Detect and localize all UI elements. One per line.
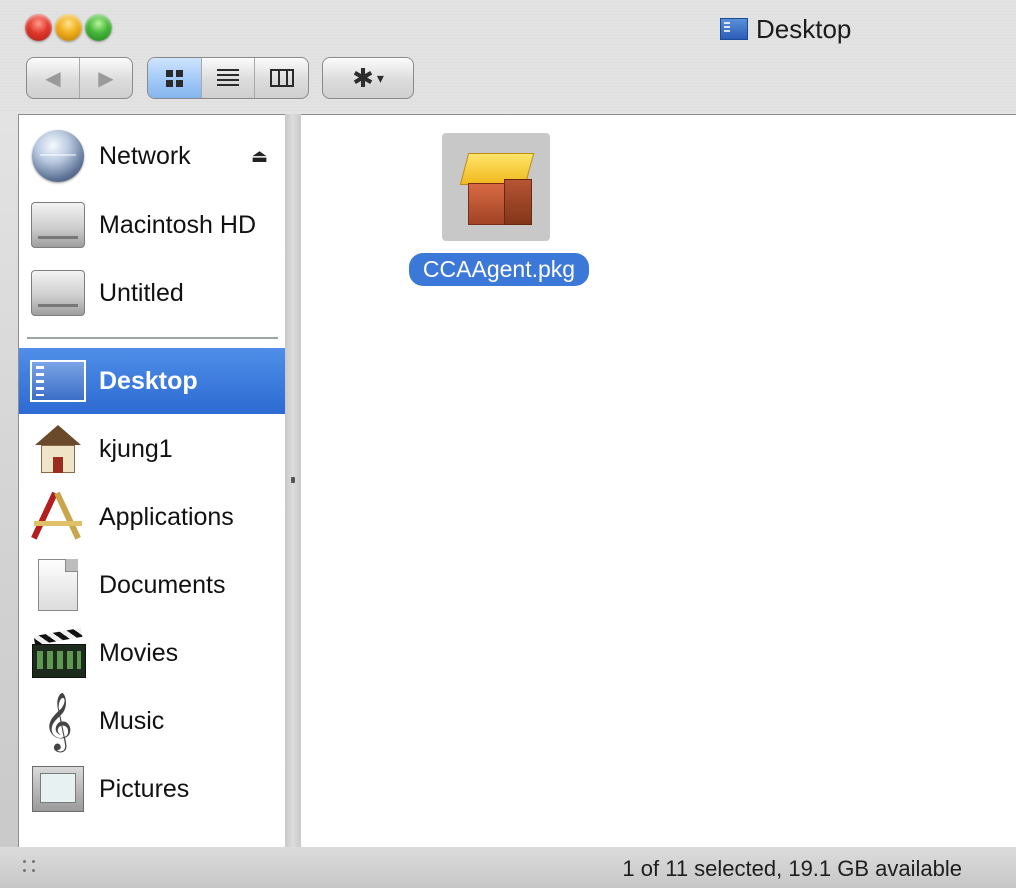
icon-view-icon xyxy=(165,69,183,87)
sidebar-item-label: Untitled xyxy=(99,278,184,307)
chevron-down-icon: ▾ xyxy=(376,69,384,86)
pictures-icon xyxy=(32,766,84,812)
splitter-handle[interactable] xyxy=(291,477,295,483)
file-thumbnail[interactable] xyxy=(442,133,550,241)
home-icon xyxy=(35,425,81,473)
back-forward-control: ◀ ▶ xyxy=(26,57,133,99)
file-item[interactable]: CCAAgent.pkg xyxy=(389,133,609,293)
sidebar-item-applications[interactable]: Applications xyxy=(19,484,286,550)
sidebar-item-pictures[interactable]: Pictures xyxy=(19,756,286,822)
file-name-label[interactable]: CCAAgent.pkg xyxy=(408,253,590,286)
sidebar-item-network[interactable]: Network ⏏ xyxy=(19,123,286,189)
network-globe-icon xyxy=(32,130,84,182)
music-icon: 𝄞 xyxy=(43,692,73,750)
sidebar-item-label: kjung1 xyxy=(99,434,173,463)
eject-icon[interactable]: ⏏ xyxy=(251,146,268,167)
sidebar-splitter[interactable] xyxy=(285,114,301,847)
window-title: Desktop xyxy=(720,14,851,44)
package-icon xyxy=(454,145,538,229)
view-switcher xyxy=(147,57,309,99)
sidebar-item-label: Macintosh HD xyxy=(99,210,256,239)
sidebar-item-documents[interactable]: Documents xyxy=(19,552,286,618)
applications-icon xyxy=(30,491,86,543)
movies-icon xyxy=(32,627,86,678)
action-menu-button[interactable]: ✱ ▾ xyxy=(322,57,414,99)
hard-drive-icon xyxy=(31,202,85,248)
action-button-inner[interactable]: ✱ ▾ xyxy=(323,58,413,98)
back-arrow-icon: ◀ xyxy=(45,67,61,90)
sidebar-item-home[interactable]: kjung1 xyxy=(19,416,286,482)
desktop-folder-icon xyxy=(720,18,748,40)
documents-icon xyxy=(38,559,78,611)
file-browser-area[interactable]: CCAAgent.pkg xyxy=(301,114,1016,848)
column-view-button[interactable] xyxy=(254,58,308,98)
sidebar-item-macintosh-hd[interactable]: Macintosh HD xyxy=(19,192,286,258)
sidebar-item-label: Pictures xyxy=(99,774,190,803)
sidebar-item-label: Movies xyxy=(99,638,179,667)
column-view-icon xyxy=(269,69,294,87)
back-button[interactable]: ◀ xyxy=(27,58,79,98)
sidebar-item-music[interactable]: 𝄞 Music xyxy=(19,688,286,754)
sidebar-divider xyxy=(27,337,278,339)
icon-view-button[interactable] xyxy=(148,58,201,98)
finder-window: Desktop ◀ ▶ ✱ ▾ Network ⏏ Macintosh HD U… xyxy=(0,0,1016,888)
list-view-icon xyxy=(217,69,239,87)
status-bar: 1 of 11 selected, 19.1 GB available xyxy=(0,847,1016,888)
status-text: 1 of 11 selected, 19.1 GB available xyxy=(622,856,962,881)
sidebar-item-movies[interactable]: Movies xyxy=(19,620,286,686)
sidebar-item-label: Desktop xyxy=(99,366,198,395)
sidebar-item-label: Documents xyxy=(99,570,226,599)
title-bar[interactable]: Desktop ◀ ▶ ✱ ▾ xyxy=(0,0,1016,112)
zoom-button[interactable] xyxy=(85,14,112,41)
sidebar-item-label: Music xyxy=(99,706,165,735)
resize-grip-icon[interactable] xyxy=(20,857,38,875)
hard-drive-icon xyxy=(31,270,85,316)
desktop-icon xyxy=(30,360,86,402)
minimize-button[interactable] xyxy=(55,14,82,41)
sidebar-item-desktop[interactable]: Desktop xyxy=(19,348,286,414)
gear-icon: ✱ xyxy=(352,62,374,93)
sidebar-item-untitled[interactable]: Untitled xyxy=(19,260,286,326)
forward-arrow-icon: ▶ xyxy=(98,67,114,90)
sidebar: Network ⏏ Macintosh HD Untitled Desktop … xyxy=(18,114,287,849)
window-title-text: Desktop xyxy=(756,13,852,44)
forward-button[interactable]: ▶ xyxy=(79,58,132,98)
sidebar-item-label: Applications xyxy=(99,502,234,531)
close-button[interactable] xyxy=(25,14,52,41)
sidebar-item-label: Network xyxy=(99,141,191,170)
list-view-button[interactable] xyxy=(200,58,255,98)
